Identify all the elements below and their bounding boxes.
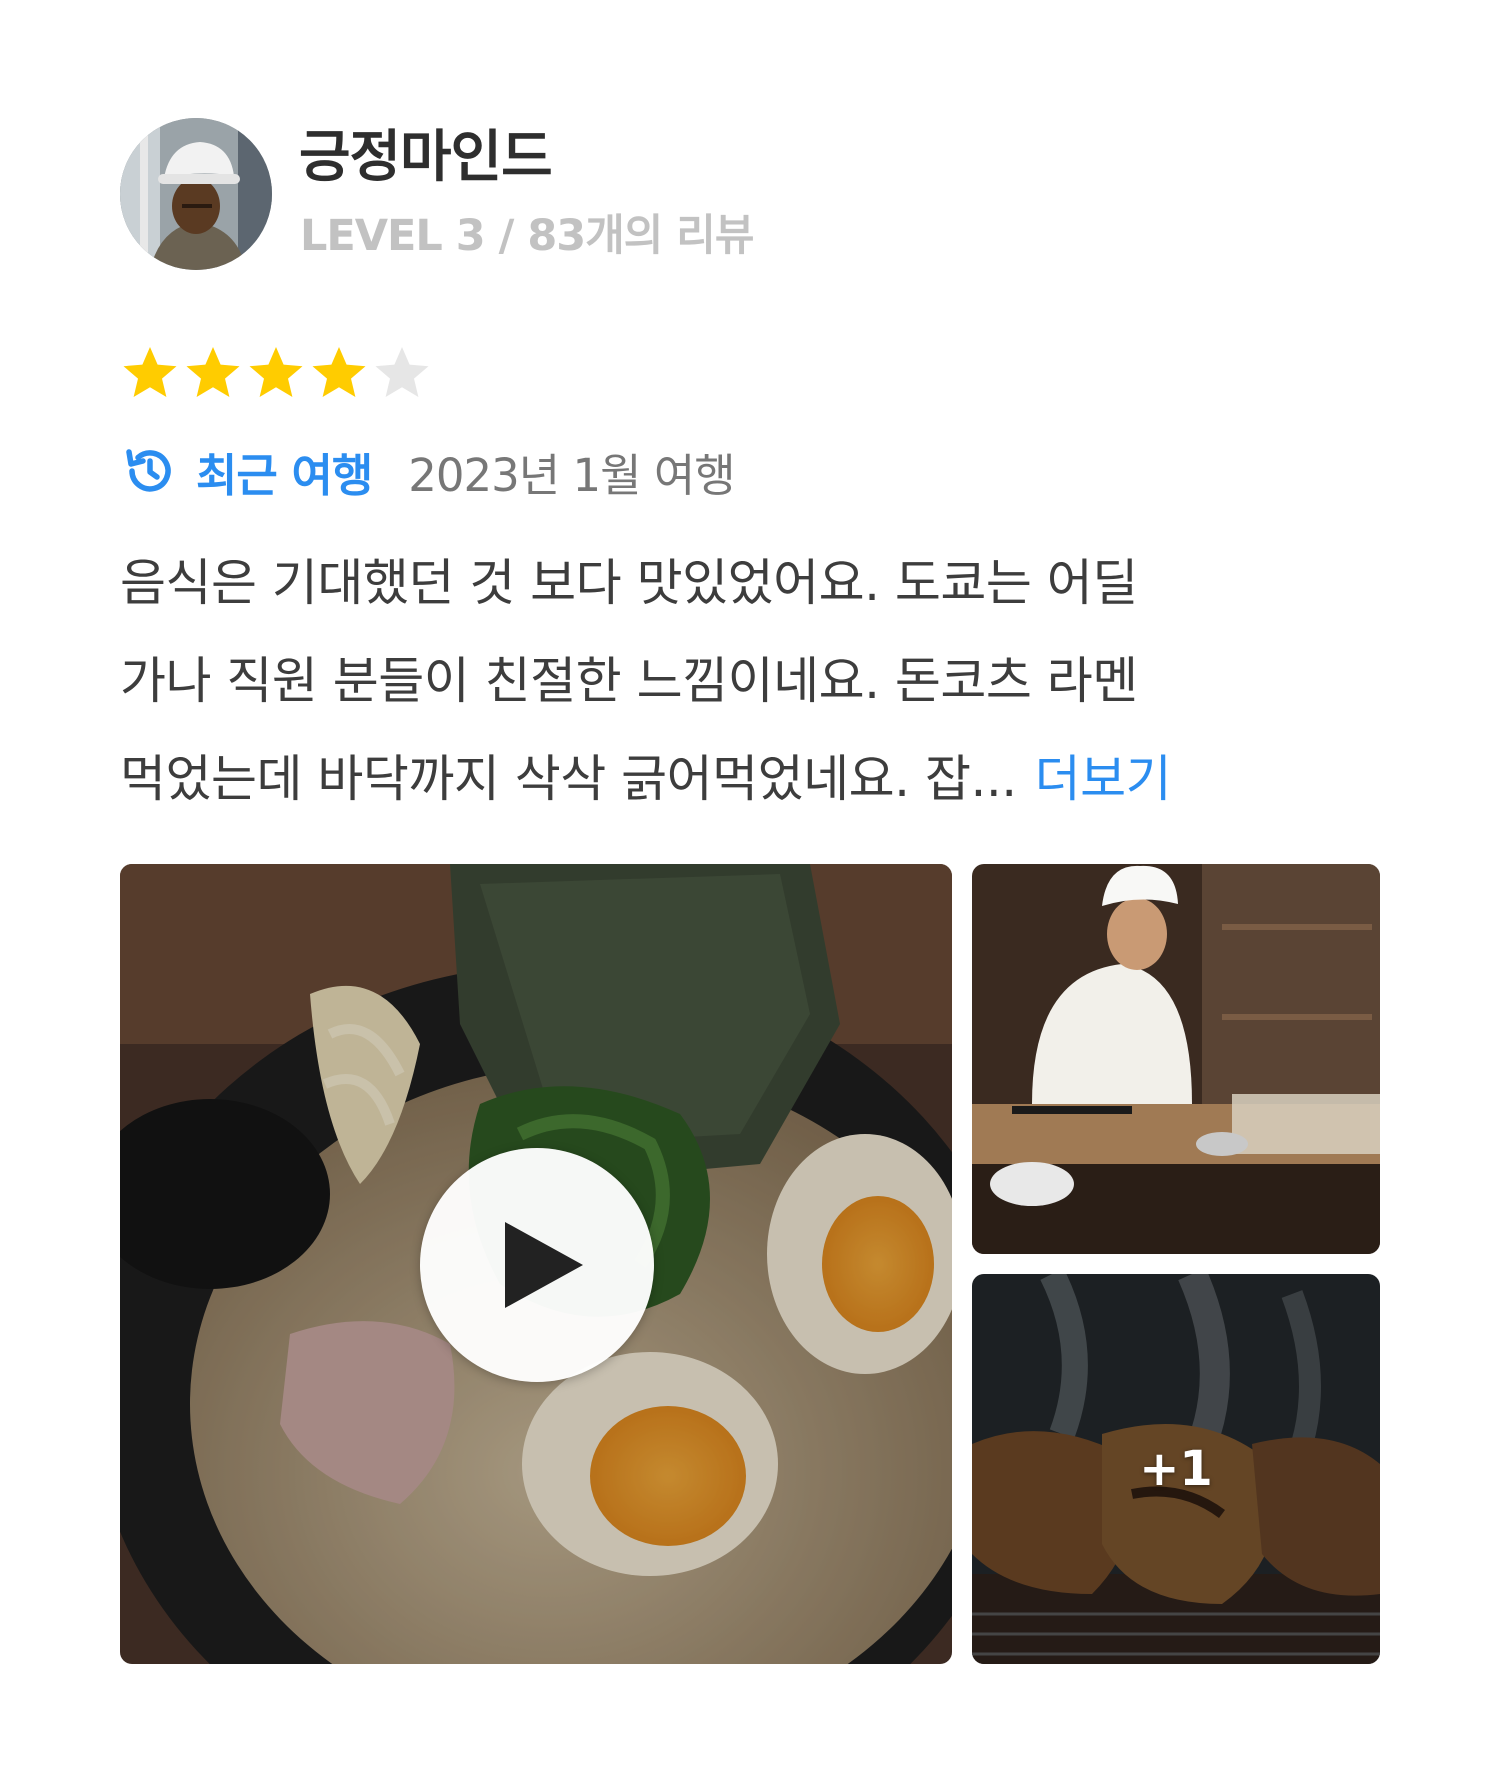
review-line: 음식은 기대했던 것 보다 맛있었어요. 도쿄는 어딜	[120, 554, 1138, 612]
photo-thumbnail[interactable]	[972, 864, 1380, 1254]
avatar-image	[120, 118, 272, 270]
reviewer-name[interactable]: 긍정마인드	[299, 118, 553, 198]
star-filled-icon	[120, 344, 180, 404]
more-photos-count: +1	[1139, 1441, 1213, 1497]
star-empty-icon	[372, 344, 432, 404]
more-link[interactable]: 더보기	[1035, 750, 1172, 808]
video-thumbnail[interactable]	[120, 864, 952, 1664]
review-line-text: 먹었는데 바닥까지 삭삭 긁어먹었네요. 잡...	[120, 750, 1017, 808]
review-line: 가나 직원 분들이 친절한 느낌이네요. 돈코츠 라멘	[120, 652, 1138, 710]
play-icon	[505, 1222, 583, 1308]
trip-date: 2023년 1월 여행	[408, 448, 735, 502]
chef-image	[972, 864, 1380, 1254]
review-text: 음식은 기대했던 것 보다 맛있었어요. 도쿄는 어딜 가나 직원 분들이 친절…	[120, 534, 1400, 828]
star-filled-icon	[183, 344, 243, 404]
review-line: 먹었는데 바닥까지 삭삭 긁어먹었네요. 잡... 더보기	[120, 730, 1400, 828]
play-button[interactable]	[420, 1148, 654, 1382]
trip-info: 최근 여행 2023년 1월 여행	[122, 438, 736, 504]
photo-thumbnail-more[interactable]: +1	[972, 1274, 1380, 1664]
trip-label: 최근 여행	[196, 448, 373, 502]
history-icon	[122, 443, 178, 499]
star-filled-icon	[309, 344, 369, 404]
star-filled-icon	[246, 344, 306, 404]
reviewer-avatar[interactable]	[120, 118, 272, 270]
star-rating	[120, 344, 432, 404]
review-card: 긍정마인드 LEVEL 3 / 83개의 리뷰 최근 여행 2023년 1월 여…	[0, 0, 1500, 1784]
reviewer-level-count: LEVEL 3 / 83개의 리뷰	[300, 211, 754, 261]
